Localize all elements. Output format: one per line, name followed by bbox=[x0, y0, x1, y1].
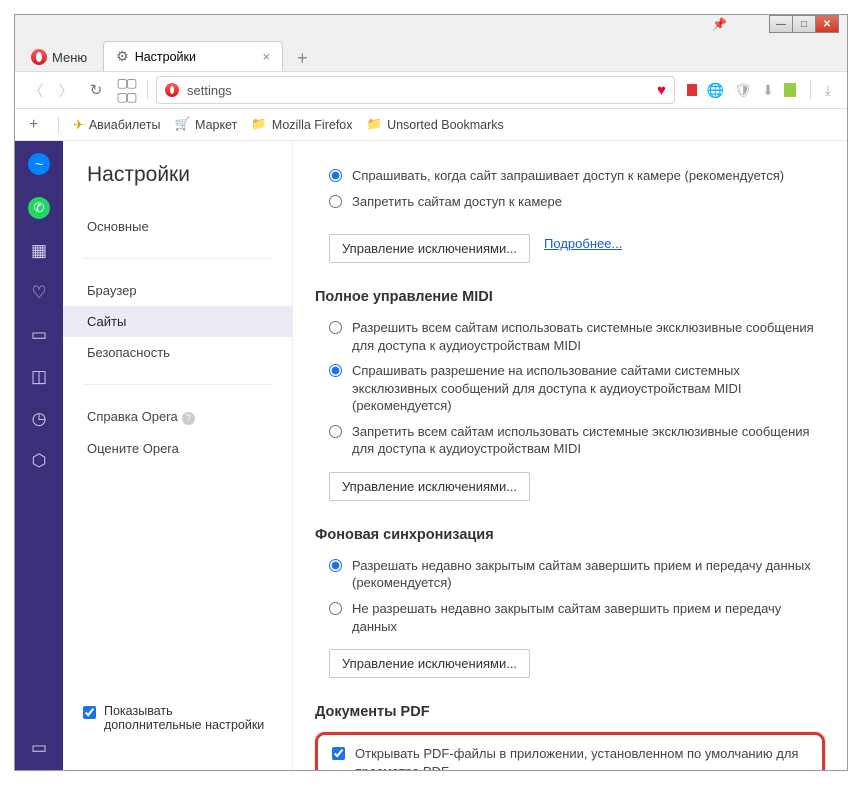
folder-icon: 📁 bbox=[367, 117, 383, 132]
sidebar-item-help-label: Справка Opera bbox=[87, 409, 178, 424]
opera-menu-label: Меню bbox=[52, 50, 87, 65]
opera-menu-button[interactable]: Меню bbox=[21, 43, 97, 71]
bookmark-mozilla[interactable]: 📁 Mozilla Firefox bbox=[251, 117, 352, 132]
speed-dial-button[interactable]: ▢▢▢▢ bbox=[113, 77, 139, 103]
camera-ask-label: Спрашивать, когда сайт запрашивает досту… bbox=[352, 167, 784, 185]
pdf-open-external-checkbox[interactable] bbox=[332, 747, 345, 760]
sidebar-item-security[interactable]: Безопасность bbox=[63, 337, 292, 368]
forward-button[interactable]: 〉 bbox=[53, 77, 79, 103]
sidebar-item-basic[interactable]: Основные bbox=[63, 211, 292, 242]
reload-button[interactable]: ↻ bbox=[83, 77, 109, 103]
bookmark-unsorted[interactable]: 📁 Unsorted Bookmarks bbox=[367, 117, 504, 132]
sync-heading: Фоновая синхронизация bbox=[315, 527, 825, 543]
bookmark-heart-icon[interactable]: ♥ bbox=[657, 82, 666, 99]
bookmarks-bar: + ✈ Авиабилеты 🛒 Маркет 📁 Mozilla Firefo… bbox=[15, 109, 847, 141]
tab-settings[interactable]: ⚙ Настройки × bbox=[103, 41, 283, 71]
tab-close-icon[interactable]: × bbox=[263, 49, 271, 64]
camera-deny-radio[interactable] bbox=[329, 195, 342, 208]
sync-deny-radio[interactable] bbox=[329, 602, 342, 615]
address-opera-icon bbox=[165, 83, 179, 97]
midi-manage-exceptions-button[interactable]: Управление исключениями... bbox=[329, 472, 530, 501]
bm-divider bbox=[58, 116, 59, 134]
sync-deny-label: Не разрешать недавно закрытым сайтам зав… bbox=[352, 600, 825, 635]
tab-title: Настройки bbox=[135, 50, 196, 64]
extension-adblock-icon[interactable] bbox=[687, 84, 697, 96]
section-pdf: Документы PDF Открывать PDF-файлы в прил… bbox=[315, 704, 825, 770]
window-minimize-button[interactable]: — bbox=[769, 15, 793, 33]
cart-icon: 🛒 bbox=[174, 117, 190, 132]
sidebar-item-rate[interactable]: Оцените Opera bbox=[63, 433, 292, 464]
section-midi: Полное управление MIDI Разрешить всем са… bbox=[315, 289, 825, 501]
bookmark-market[interactable]: 🛒 Маркет bbox=[174, 117, 237, 132]
address-bar[interactable]: settings ♥ bbox=[156, 76, 675, 104]
extension-icons: 🌐 🛡 ⬇ ⤓ bbox=[679, 80, 839, 100]
settings-sidebar: Настройки Основные Браузер Сайты Безопас… bbox=[63, 141, 293, 770]
section-background-sync: Фоновая синхронизация Разрешать недавно … bbox=[315, 527, 825, 678]
extension-globe-icon[interactable]: 🌐 bbox=[707, 82, 724, 99]
extension-download-icon[interactable]: ⬇ bbox=[762, 82, 774, 99]
camera-ask-radio[interactable] bbox=[329, 169, 342, 182]
camera-manage-exceptions-button[interactable]: Управление исключениями... bbox=[329, 234, 530, 263]
sidebar-item-browser[interactable]: Браузер bbox=[63, 275, 292, 306]
bm-label: Авиабилеты bbox=[89, 118, 161, 132]
plane-icon: ✈ bbox=[73, 117, 83, 132]
camera-deny-label: Запретить сайтам доступ к камере bbox=[352, 193, 562, 211]
sidebar-item-help[interactable]: Справка Opera? bbox=[63, 401, 292, 433]
new-tab-button[interactable]: + bbox=[289, 46, 316, 71]
add-bookmark-button[interactable]: + bbox=[23, 116, 44, 134]
messenger-icon[interactable]: ~ bbox=[28, 153, 50, 175]
ext-divider bbox=[810, 80, 811, 100]
midi-ask-radio[interactable] bbox=[329, 364, 342, 377]
help-question-icon: ? bbox=[182, 412, 195, 425]
settings-rail-icon[interactable]: ▭ bbox=[31, 738, 47, 758]
history-rail-icon[interactable]: ◷ bbox=[32, 409, 47, 429]
folder-icon: 📁 bbox=[251, 117, 267, 132]
back-button[interactable]: 〈 bbox=[23, 77, 49, 103]
sync-allow-radio[interactable] bbox=[329, 559, 342, 572]
news-rail-icon[interactable]: ▭ bbox=[31, 325, 47, 345]
opera-logo-icon bbox=[31, 49, 47, 65]
midi-ask-label: Спрашивать разрешение на использование с… bbox=[352, 362, 825, 415]
bm-label: Unsorted Bookmarks bbox=[387, 118, 504, 132]
gear-icon: ⚙ bbox=[116, 48, 129, 65]
camera-learn-more-link[interactable]: Подробнее... bbox=[544, 236, 622, 251]
bm-label: Маркет bbox=[195, 118, 237, 132]
midi-allow-label: Разрешить всем сайтам использовать систе… bbox=[352, 319, 825, 354]
toolbar: 〈 〉 ↻ ▢▢▢▢ settings ♥ 🌐 🛡 ⬇ ⤓ bbox=[15, 71, 847, 109]
sidebar-item-sites[interactable]: Сайты bbox=[63, 306, 292, 337]
sync-manage-exceptions-button[interactable]: Управление исключениями... bbox=[329, 649, 530, 678]
window-maximize-button[interactable]: □ bbox=[792, 15, 816, 33]
bookmarks-rail-icon[interactable]: ♡ bbox=[31, 283, 46, 303]
show-advanced-checkbox-row[interactable]: Показывать дополнительные настройки bbox=[63, 704, 292, 748]
midi-deny-label: Запретить всем сайтам использовать систе… bbox=[352, 423, 825, 458]
show-advanced-label: Показывать дополнительные настройки bbox=[104, 704, 272, 732]
toolbar-divider bbox=[147, 80, 148, 100]
pdf-heading: Документы PDF bbox=[315, 704, 825, 720]
pdf-open-external-label: Открывать PDF-файлы в приложении, устано… bbox=[355, 745, 808, 770]
speed-dial-rail-icon[interactable]: ▦ bbox=[31, 241, 47, 261]
extensions-rail-icon[interactable]: ⬡ bbox=[32, 451, 47, 471]
extension-shield-icon[interactable]: 🛡 bbox=[734, 82, 752, 99]
tab-bar: Меню ⚙ Настройки × + bbox=[15, 37, 847, 71]
extension-android-icon[interactable] bbox=[784, 83, 796, 97]
settings-title: Настройки bbox=[63, 163, 292, 205]
midi-deny-radio[interactable] bbox=[329, 425, 342, 438]
pdf-open-external-row[interactable]: Открывать PDF-файлы в приложении, устано… bbox=[315, 732, 825, 770]
settings-content[interactable]: Спрашивать, когда сайт запрашивает досту… bbox=[293, 141, 847, 770]
left-rail: ~ ✆ ▦ ♡ ▭ ◫ ◷ ⬡ ▭ bbox=[15, 141, 63, 770]
show-advanced-checkbox[interactable] bbox=[83, 706, 96, 719]
pin-icon[interactable]: 📌 bbox=[712, 17, 727, 31]
bookmark-aviabilety[interactable]: ✈ Авиабилеты bbox=[73, 117, 160, 132]
sync-allow-label: Разрешать недавно закрытым сайтам заверш… bbox=[352, 557, 825, 592]
downloads-icon[interactable]: ⤓ bbox=[825, 82, 831, 99]
whatsapp-icon[interactable]: ✆ bbox=[28, 197, 50, 219]
bm-label: Mozilla Firefox bbox=[272, 118, 353, 132]
address-text: settings bbox=[187, 83, 232, 98]
section-camera: Спрашивать, когда сайт запрашивает досту… bbox=[315, 163, 825, 263]
window-close-button[interactable]: ✕ bbox=[815, 15, 839, 33]
midi-allow-radio[interactable] bbox=[329, 321, 342, 334]
midi-heading: Полное управление MIDI bbox=[315, 289, 825, 305]
tabs-rail-icon[interactable]: ◫ bbox=[31, 367, 47, 387]
